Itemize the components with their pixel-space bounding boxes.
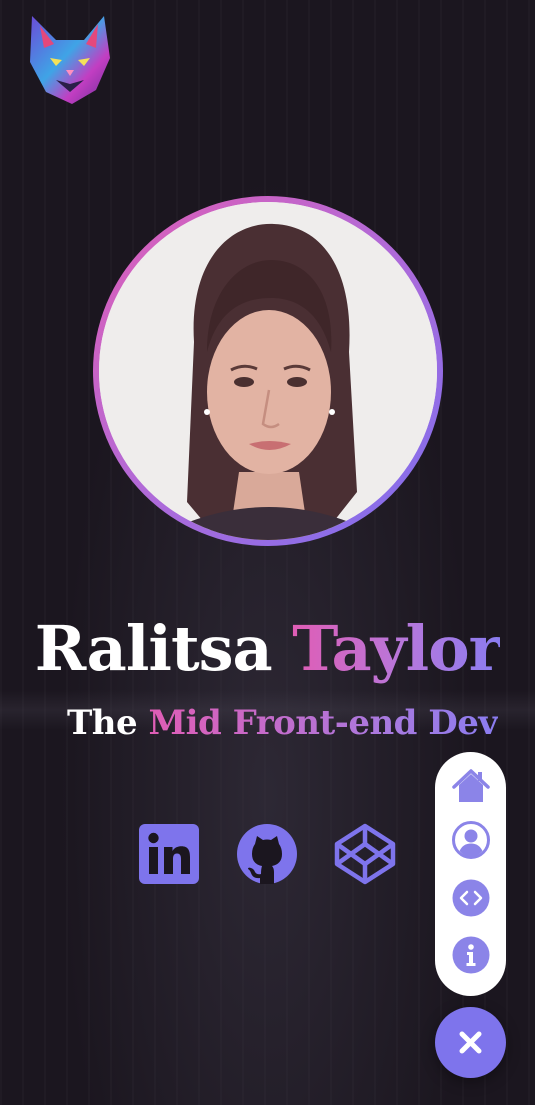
cat-logo-icon[interactable]: [26, 14, 114, 106]
nav-about-button[interactable]: [451, 820, 491, 860]
first-name: Ralitsa: [34, 612, 273, 685]
quick-nav-menu: [435, 752, 506, 996]
close-icon: [459, 1031, 482, 1054]
nav-info-button[interactable]: [451, 935, 491, 975]
info-icon: [452, 936, 490, 974]
codepen-icon: [334, 823, 396, 885]
last-name: Taylor: [292, 612, 501, 685]
profile-title: The Mid Front-end Dev: [67, 703, 498, 743]
home-icon: [452, 769, 490, 802]
profile-photo-frame: [93, 196, 443, 546]
linkedin-link[interactable]: [137, 822, 201, 886]
nav-home-button[interactable]: [451, 766, 491, 806]
linkedin-icon: [139, 824, 199, 884]
title-prefix: The: [67, 703, 138, 743]
nav-projects-button[interactable]: [451, 878, 491, 918]
close-menu-button[interactable]: [435, 1007, 506, 1078]
profile-photo: [99, 202, 437, 540]
github-link[interactable]: [235, 822, 299, 886]
title-accent: Mid Front-end Dev: [148, 703, 499, 743]
user-icon: [452, 821, 490, 859]
profile-name: Ralitsa Taylor: [0, 612, 535, 685]
code-icon: [452, 879, 490, 917]
github-icon: [237, 824, 297, 884]
codepen-link[interactable]: [333, 822, 397, 886]
